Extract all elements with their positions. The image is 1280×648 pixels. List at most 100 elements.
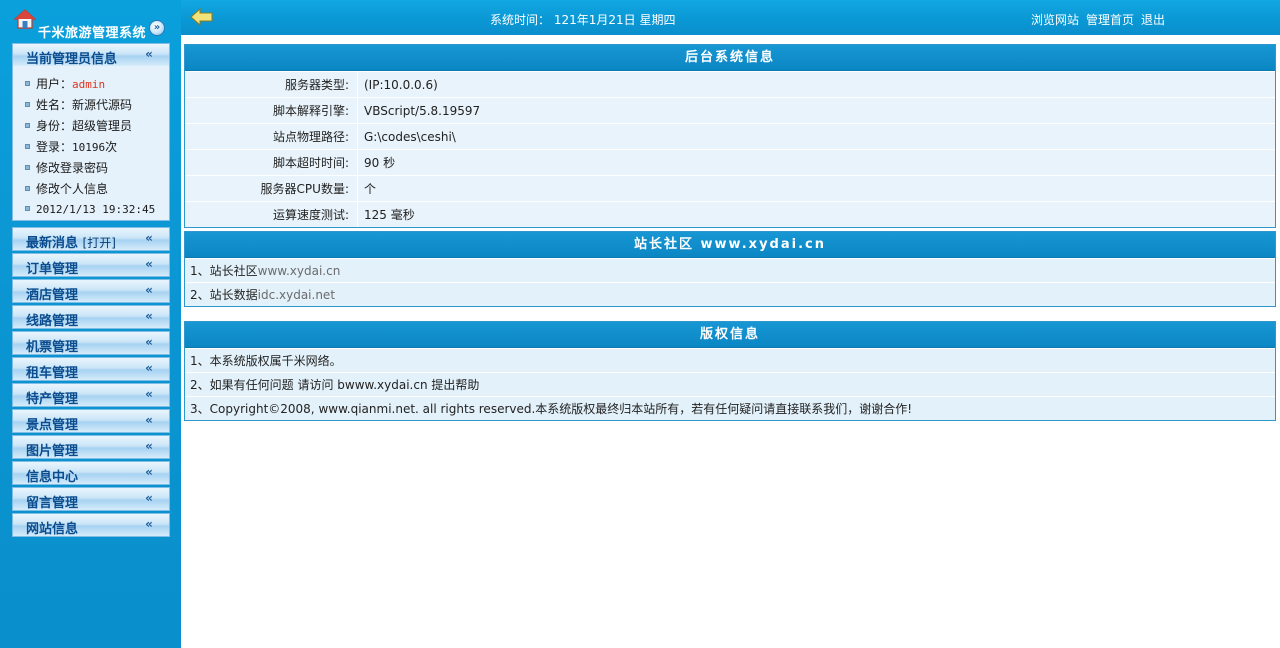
info-label: 服务器CPU数量: bbox=[185, 175, 358, 202]
chevron-left-icon[interactable]: « bbox=[142, 335, 156, 349]
list-item: 2、如果有任何问题 请访问 bwww.xydai.cn 提出帮助 bbox=[185, 372, 1275, 396]
menu-images-label: 图片管理 bbox=[26, 444, 79, 459]
menu-info-center[interactable]: 信息中心 « bbox=[12, 461, 170, 485]
user-label: 用户： bbox=[36, 77, 73, 91]
system-info-table: 服务器类型: (IP:10.0.0.6) 脚本解释引擎: VBScript/5.… bbox=[185, 71, 1275, 227]
info-value: 个 bbox=[357, 175, 1275, 202]
list-item: 1、本系统版权属千米网络。 bbox=[185, 348, 1275, 372]
community-box: 站长社区 www.xydai.cn 1、站长社区www.xydai.cn 2、站… bbox=[184, 231, 1276, 307]
chevron-left-icon[interactable]: « bbox=[142, 231, 156, 245]
main-content: 后台系统信息 服务器类型: (IP:10.0.0.6) 脚本解释引擎: VBSc… bbox=[181, 35, 1280, 648]
menu-images[interactable]: 图片管理 « bbox=[12, 435, 170, 459]
back-arrow-icon[interactable] bbox=[190, 8, 214, 26]
sidebar: 千米旅游管理系统 » 当前管理员信息 « 用户：admin 姓名：新源代源码 身… bbox=[0, 0, 181, 648]
menu-specialties[interactable]: 特产管理 « bbox=[12, 383, 170, 407]
chevron-left-icon[interactable]: « bbox=[142, 387, 156, 401]
copyright-title: 版权信息 bbox=[185, 322, 1275, 348]
info-value: 90 秒 bbox=[357, 149, 1275, 176]
menu-site-info[interactable]: 网站信息 « bbox=[12, 513, 170, 537]
browse-site-link[interactable]: 浏览网站 bbox=[1031, 13, 1079, 27]
menu-messages[interactable]: 留言管理 « bbox=[12, 487, 170, 511]
admin-name-row: 姓名：新源代源码 bbox=[25, 96, 132, 114]
community-prefix: 2、站长数据 bbox=[190, 288, 258, 302]
chevron-left-icon[interactable]: « bbox=[142, 439, 156, 453]
bullet-icon bbox=[25, 144, 30, 149]
system-title: 千米旅游管理系统 bbox=[38, 26, 147, 41]
last-login-row: 2012/1/13 19:32:45 bbox=[25, 202, 155, 220]
bullet-icon bbox=[25, 81, 30, 86]
bullet-icon bbox=[25, 123, 30, 128]
menu-news-text: 最新消息 bbox=[26, 236, 79, 251]
list-item: 2、站长数据idc.xydai.net bbox=[185, 282, 1275, 306]
menu-news-open[interactable]: [打开] bbox=[83, 236, 116, 250]
menu-hotels-label: 酒店管理 bbox=[26, 288, 79, 303]
menu-attractions-label: 景点管理 bbox=[26, 418, 79, 433]
login-label: 登录： bbox=[36, 140, 73, 154]
menu-news[interactable]: 最新消息 [打开] « bbox=[12, 227, 170, 251]
menu-car-rental-label: 租车管理 bbox=[26, 366, 79, 381]
menu-orders[interactable]: 订单管理 « bbox=[12, 253, 170, 277]
menu-attractions[interactable]: 景点管理 « bbox=[12, 409, 170, 433]
info-label: 站点物理路径: bbox=[185, 123, 358, 150]
change-password-link[interactable]: 修改登录密码 bbox=[25, 159, 108, 177]
info-label: 脚本超时时间: bbox=[185, 149, 358, 176]
table-row: 脚本超时时间: 90 秒 bbox=[185, 149, 1275, 176]
menu-messages-label: 留言管理 bbox=[26, 496, 79, 511]
edit-profile-link[interactable]: 修改个人信息 bbox=[25, 180, 108, 198]
table-row: 服务器CPU数量: 个 bbox=[185, 175, 1275, 202]
community-title: 站长社区 www.xydai.cn bbox=[185, 232, 1275, 258]
menu-hotels[interactable]: 酒店管理 « bbox=[12, 279, 170, 303]
user-value: admin bbox=[72, 78, 106, 91]
list-item: 1、站长社区www.xydai.cn bbox=[185, 258, 1275, 282]
info-label: 运算速度测试: bbox=[185, 201, 358, 227]
change-password-label: 修改登录密码 bbox=[36, 161, 109, 175]
chevron-left-icon[interactable]: « bbox=[142, 413, 156, 427]
menu-orders-label: 订单管理 bbox=[26, 262, 79, 277]
menu-car-rental[interactable]: 租车管理 « bbox=[12, 357, 170, 381]
chevron-left-icon[interactable]: « bbox=[142, 283, 156, 297]
chevron-left-icon[interactable]: « bbox=[142, 491, 156, 505]
login-suffix: 次 bbox=[105, 140, 118, 154]
bullet-icon bbox=[25, 206, 30, 211]
chevron-left-icon[interactable]: « bbox=[142, 257, 156, 271]
table-row: 运算速度测试: 125 毫秒 bbox=[185, 201, 1275, 227]
admin-role: 身份：超级管理员 bbox=[36, 119, 133, 133]
system-time: 系统时间： 121年1月21日 星期四 bbox=[490, 13, 676, 27]
menu-routes[interactable]: 线路管理 « bbox=[12, 305, 170, 329]
top-links: 浏览网站 管理首页 退出 bbox=[1031, 11, 1172, 28]
chevron-left-icon[interactable]: « bbox=[142, 517, 156, 531]
admin-home-link[interactable]: 管理首页 bbox=[1086, 13, 1134, 27]
info-label: 服务器类型: bbox=[185, 71, 358, 98]
bullet-icon bbox=[25, 186, 30, 191]
menu-site-info-label: 网站信息 bbox=[26, 522, 79, 537]
table-row: 站点物理路径: G:\codes\ceshi\ bbox=[185, 123, 1275, 150]
copyright-box: 版权信息 1、本系统版权属千米网络。 2、如果有任何问题 请访问 bwww.xy… bbox=[184, 321, 1276, 421]
menu-specialties-label: 特产管理 bbox=[26, 392, 79, 407]
community-link[interactable]: www.xydai.cn bbox=[258, 264, 341, 278]
chevron-left-icon[interactable]: « bbox=[142, 47, 156, 61]
top-bar: 系统时间： 121年1月21日 星期四 浏览网站 管理首页 退出 bbox=[181, 0, 1280, 35]
admin-login-row: 登录：10196次 bbox=[25, 138, 117, 156]
community-link[interactable]: idc.xydai.net bbox=[258, 288, 335, 302]
info-label: 脚本解释引擎: bbox=[185, 97, 358, 124]
info-value: G:\codes\ceshi\ bbox=[357, 123, 1275, 150]
menu-flights[interactable]: 机票管理 « bbox=[12, 331, 170, 355]
chevron-left-icon[interactable]: « bbox=[142, 465, 156, 479]
list-item: 3、Copyright©2008, www.qianmi.net. all ri… bbox=[185, 396, 1275, 420]
logout-link[interactable]: 退出 bbox=[1141, 13, 1165, 27]
table-row: 脚本解释引擎: VBScript/5.8.19597 bbox=[185, 97, 1275, 124]
admin-role-row: 身份：超级管理员 bbox=[25, 117, 132, 135]
edit-profile-label: 修改个人信息 bbox=[36, 182, 109, 196]
info-value: (IP:10.0.0.6) bbox=[357, 71, 1275, 98]
bullet-icon bbox=[25, 102, 30, 107]
chevron-left-icon[interactable]: « bbox=[142, 309, 156, 323]
system-info-title: 后台系统信息 bbox=[185, 45, 1275, 71]
collapse-all-icon[interactable]: » bbox=[149, 20, 165, 36]
menu-routes-label: 线路管理 bbox=[26, 314, 79, 329]
menu-flights-label: 机票管理 bbox=[26, 340, 79, 355]
admin-panel-title: 当前管理员信息 bbox=[26, 52, 118, 67]
system-info-box: 后台系统信息 服务器类型: (IP:10.0.0.6) 脚本解释引擎: VBSc… bbox=[184, 44, 1276, 228]
menu-info-center-label: 信息中心 bbox=[26, 470, 79, 485]
admin-panel-header[interactable]: 当前管理员信息 « bbox=[12, 43, 170, 67]
chevron-left-icon[interactable]: « bbox=[142, 361, 156, 375]
